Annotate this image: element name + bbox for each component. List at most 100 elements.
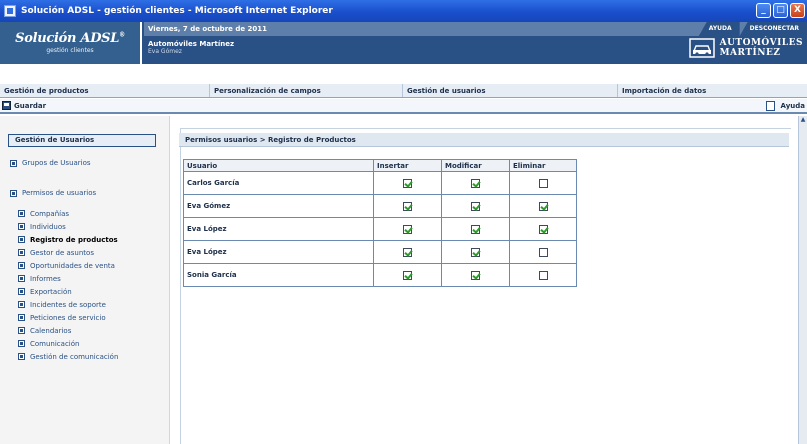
sidebar-item-label: Incidentes de soporte [30,300,106,309]
eliminar-cell [509,263,577,287]
sidebar-item-user-permissions[interactable]: Permisos de usuarios [10,188,118,198]
eliminar-cell [509,194,577,218]
table-row: Eva Gómez [183,194,577,218]
window-title: Solución ADSL - gestión clientes - Micro… [21,6,333,16]
modificar-checkbox[interactable] [471,270,480,280]
table-header-row: Usuario Insertar Modificar Eliminar [183,159,577,172]
vertical-scrollbar[interactable]: ▲ [798,116,807,444]
nav-data-import[interactable]: Importación de datos [618,84,807,97]
insertar-cell [373,263,442,287]
item-icon [18,327,25,334]
modificar-cell [441,217,510,241]
insertar-checkbox[interactable] [403,270,412,280]
insertar-checkbox[interactable] [403,178,412,188]
help-icon [765,101,775,111]
eliminar-checkbox[interactable] [538,178,548,188]
sidebar-item-individuals[interactable]: Individuos [18,220,118,233]
modificar-checkbox[interactable] [471,247,480,257]
help-link[interactable]: AYUDA [698,22,740,36]
item-icon [18,223,25,230]
permissions-table: Usuario Insertar Modificar Eliminar Carl… [183,159,577,287]
user-cell: Eva López [183,217,374,241]
modificar-checkbox[interactable] [471,178,480,188]
user-cell: Eva Gómez [183,194,374,218]
sidebar-item-label: Individuos [30,222,66,231]
insertar-checkbox[interactable] [403,247,412,257]
eliminar-checkbox[interactable] [538,224,548,234]
sidebar-item-communication[interactable]: Comunicación [18,337,118,350]
car-icon [688,38,715,58]
sidebar-item-export[interactable]: Exportación [18,285,118,298]
item-icon [18,340,25,347]
sidebar-item-reports[interactable]: Informes [18,272,118,285]
sidebar-item-sales-opportunities[interactable]: Oportunidades de venta [18,259,118,272]
header-links: AYUDA DESCONECTAR [698,22,807,36]
help-label: Ayuda [780,102,805,110]
insertar-cell [373,217,442,241]
minimize-button[interactable]: _ [756,3,771,18]
sidebar-tree: Grupos de Usuarios Permisos de usuarios … [10,158,118,363]
eliminar-checkbox[interactable] [538,247,548,257]
item-icon [18,236,25,243]
sidebar-item-label: Informes [30,274,61,283]
nav-user-management[interactable]: Gestión de usuarios [403,84,618,97]
user-cell: Eva López [183,240,374,264]
help-button[interactable]: Ayuda [765,101,805,111]
sidebar-item-label: Peticiones de servicio [30,313,106,322]
company-name: Automóviles Martínez [148,40,235,48]
sidebar-item-label: Grupos de Usuarios [22,159,91,167]
eliminar-cell [509,171,577,195]
ie-icon [4,5,16,17]
scroll-up-icon[interactable]: ▲ [799,116,807,124]
sidebar-item-issue-manager[interactable]: Gestor de asuntos [18,246,118,259]
sidebar-item-label: Permisos de usuarios [22,189,97,197]
modificar-cell [441,171,510,195]
user-cell: Sonia García [183,263,374,287]
window-titlebar[interactable]: Solución ADSL - gestión clientes - Micro… [0,0,807,22]
nav-product-management[interactable]: Gestión de productos [0,84,210,97]
sidebar-item-user-groups[interactable]: Grupos de Usuarios [10,158,118,168]
toolbar: Guardar Ayuda [0,99,807,114]
column-header-insert: Insertar [373,159,442,172]
breadcrumb: Permisos usuarios > Registro de Producto… [179,133,789,147]
sidebar-title: Gestión de Usuarios [8,134,156,147]
nav-field-customization[interactable]: Personalización de campos [210,84,403,97]
logo-title: Solución ADSL® [15,31,125,46]
sidebar-item-companies[interactable]: Compañías [18,207,118,220]
sidebar-item-product-registry[interactable]: Registro de productos [18,233,118,246]
table-row: Carlos García [183,171,577,195]
column-header-user: Usuario [183,159,374,172]
close-button[interactable]: X [790,3,805,18]
modificar-checkbox[interactable] [471,201,480,211]
maximize-button[interactable]: □ [773,3,788,18]
app-header: Solución ADSL® gestión clientes Viernes,… [0,22,807,64]
header-spacer [0,64,807,84]
main-content: Permisos usuarios > Registro de Producto… [171,116,807,444]
item-icon [18,275,25,282]
sidebar-item-service-requests[interactable]: Peticiones de servicio [18,311,118,324]
save-label: Guardar [14,101,47,110]
modificar-checkbox[interactable] [471,224,480,234]
save-button[interactable]: Guardar [0,101,46,110]
eliminar-checkbox[interactable] [538,201,548,211]
folder-icon [10,159,17,167]
sidebar-item-communication-management[interactable]: Gestión de comunicación [18,350,118,363]
item-icon [18,301,25,308]
insertar-checkbox[interactable] [403,201,412,211]
date-strip: Viernes, 7 de octubre de 2011 AYUDA DESC… [144,22,807,36]
main-nav: Gestión de productos Personalización de … [0,84,807,98]
insertar-checkbox[interactable] [403,224,412,234]
modificar-cell [441,240,510,264]
item-icon [18,249,25,256]
client-brand-name: AUTOMÓVILES MARTÍNEZ [719,38,803,58]
sidebar: Gestión de Usuarios Grupos de Usuarios P… [0,116,170,444]
sidebar-item-label: Exportación [30,287,72,296]
column-header-modify: Modificar [441,159,510,172]
sidebar-item-label: Compañías [30,209,70,218]
sidebar-item-support-incidents[interactable]: Incidentes de soporte [18,298,118,311]
item-icon [18,262,25,269]
sidebar-item-calendars[interactable]: Calendarios [18,324,118,337]
table-row: Eva López [183,240,577,264]
logout-link[interactable]: DESCONECTAR [739,22,807,36]
eliminar-checkbox[interactable] [538,270,548,280]
